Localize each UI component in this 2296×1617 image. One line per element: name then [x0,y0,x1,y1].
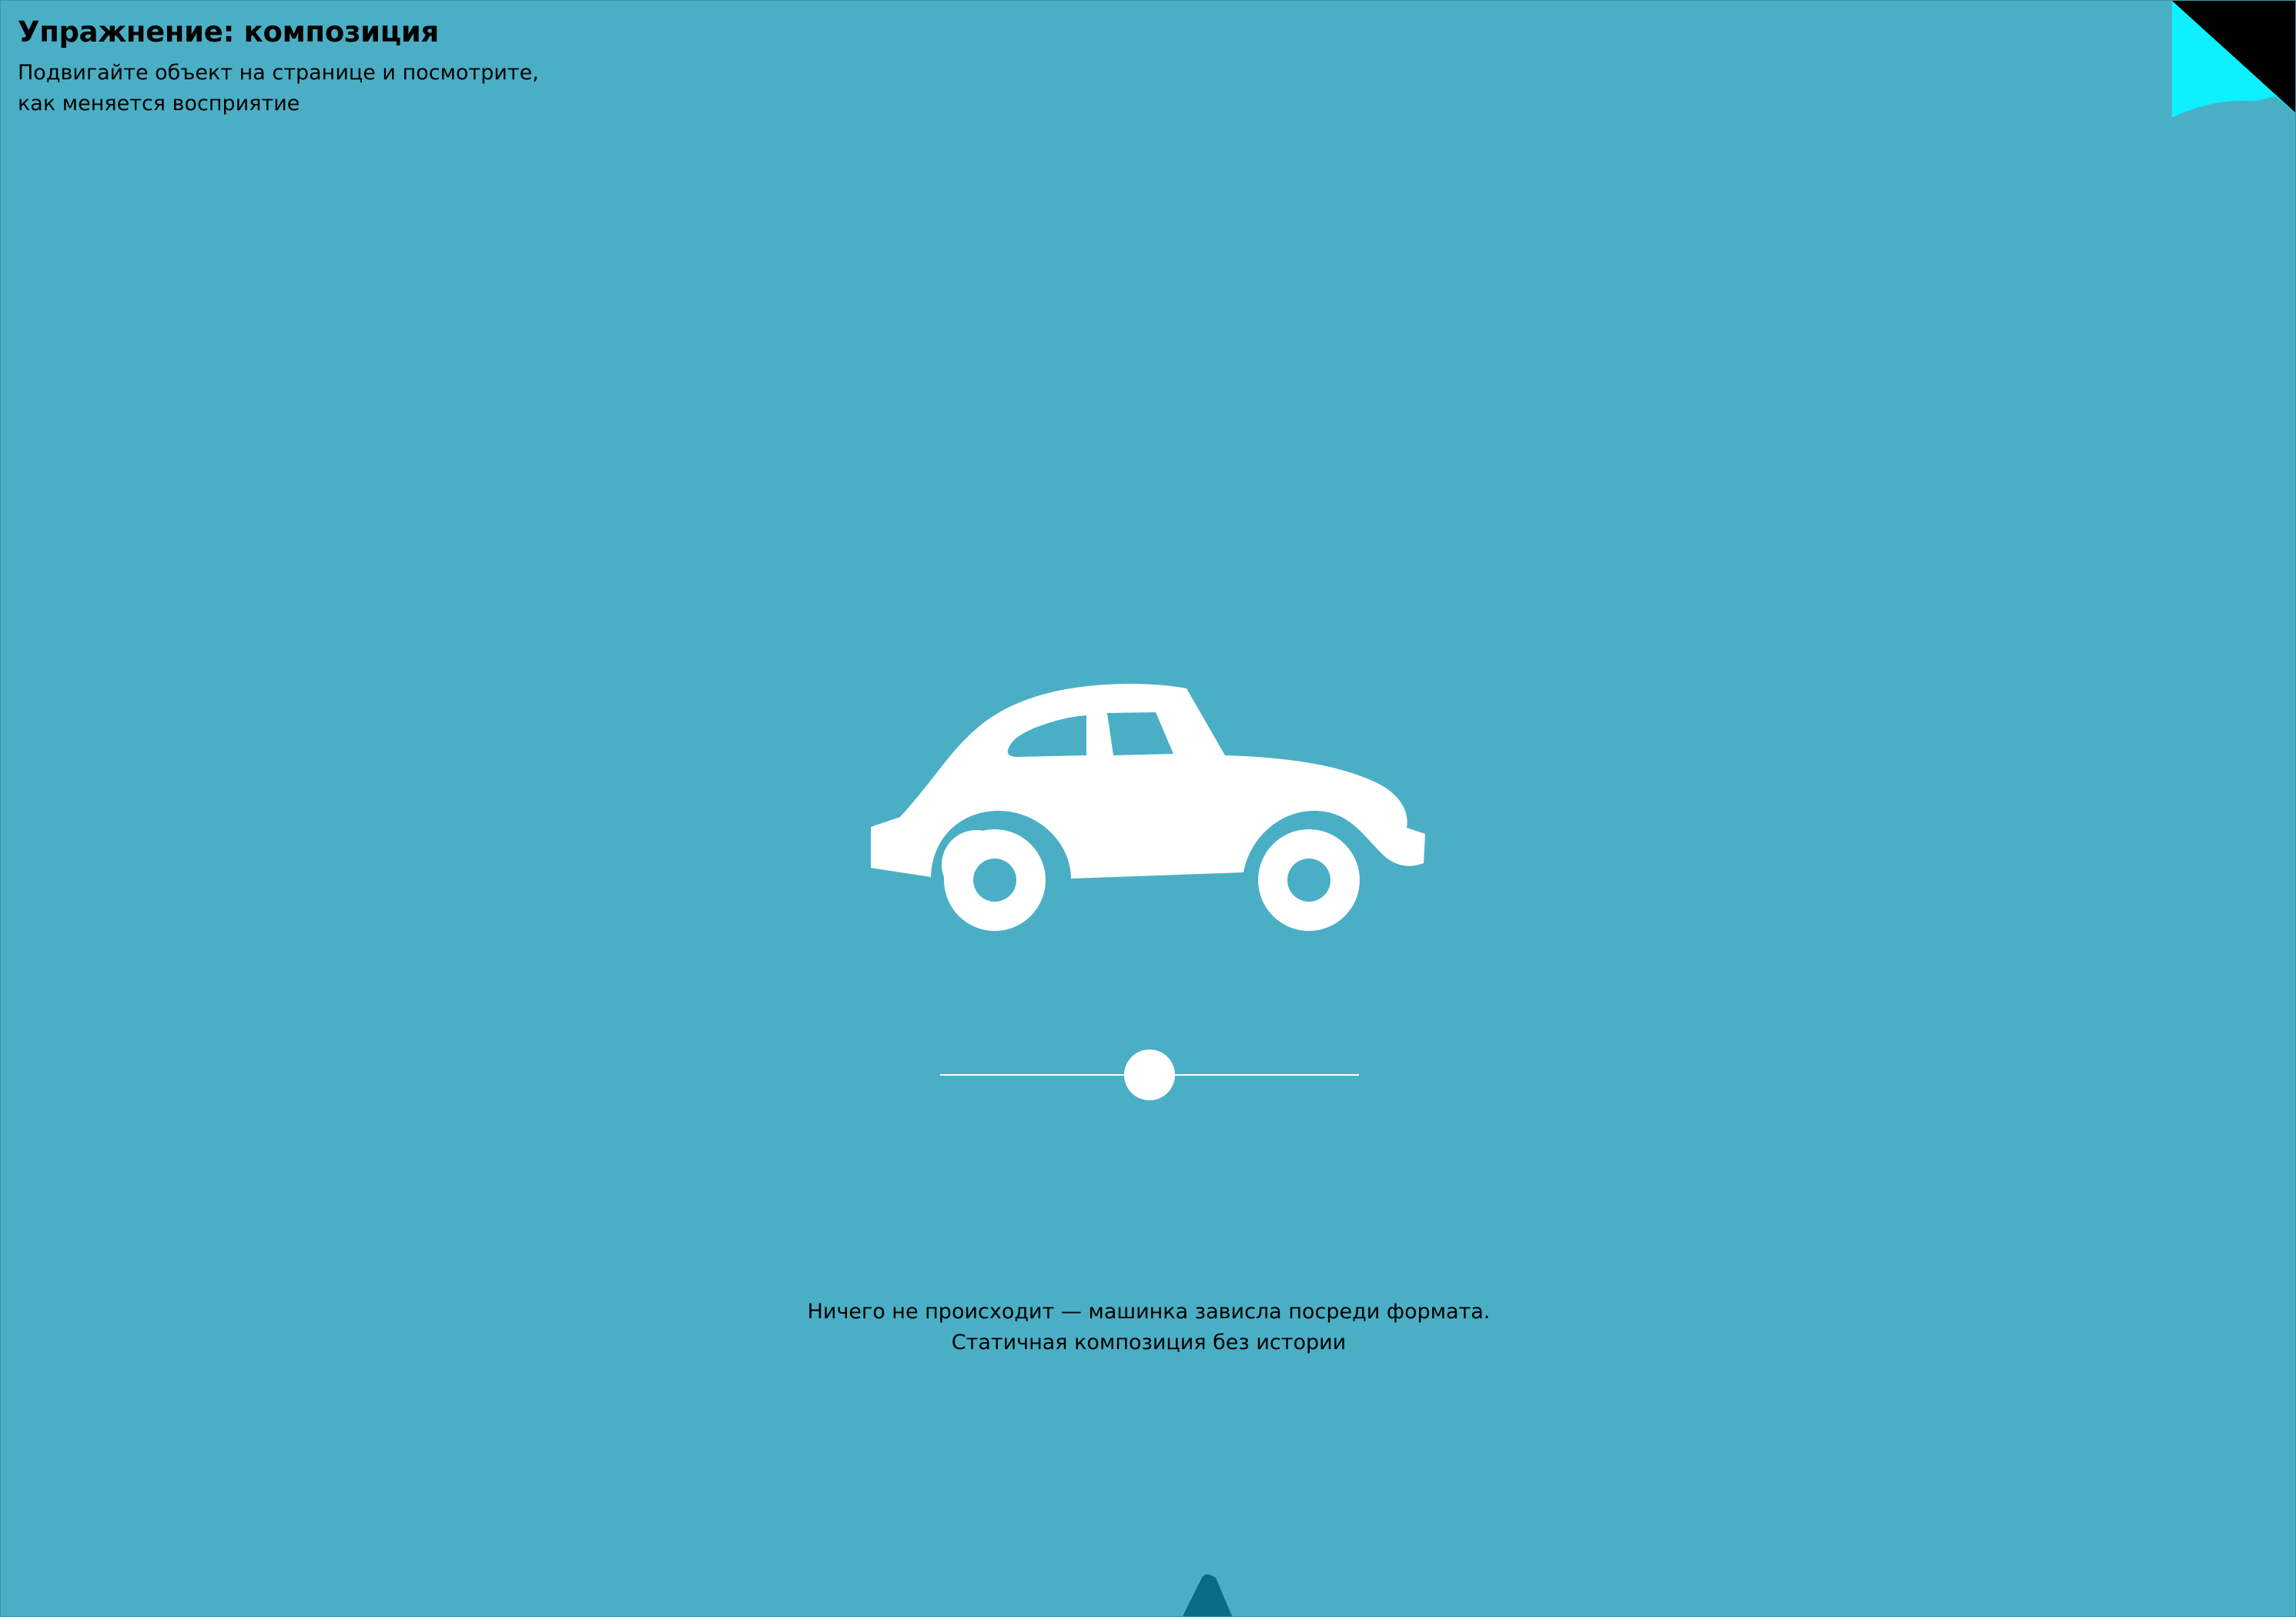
caption-line-2: Статичная композиция без истории [951,1331,1347,1354]
caption: Ничего не происходит — машинка зависла п… [764,1297,1534,1358]
canvas-page: Упражнение: композиция Подвигайте объект… [0,0,2296,1617]
page-title: Упражнение: композиция [18,15,439,49]
page-subtitle: Подвигайте объект на странице и посмотри… [18,61,539,116]
slider-thumb[interactable] [1124,1050,1175,1100]
page-curl-icon[interactable] [2172,1,2295,124]
car-icon[interactable] [869,678,1428,937]
header: Упражнение: композиция Подвигайте объект… [18,15,539,119]
triangle-marker-icon[interactable] [1179,1572,1236,1617]
caption-line-1: Ничего не происходит — машинка зависла п… [807,1300,1491,1324]
position-slider[interactable] [940,1048,1359,1102]
